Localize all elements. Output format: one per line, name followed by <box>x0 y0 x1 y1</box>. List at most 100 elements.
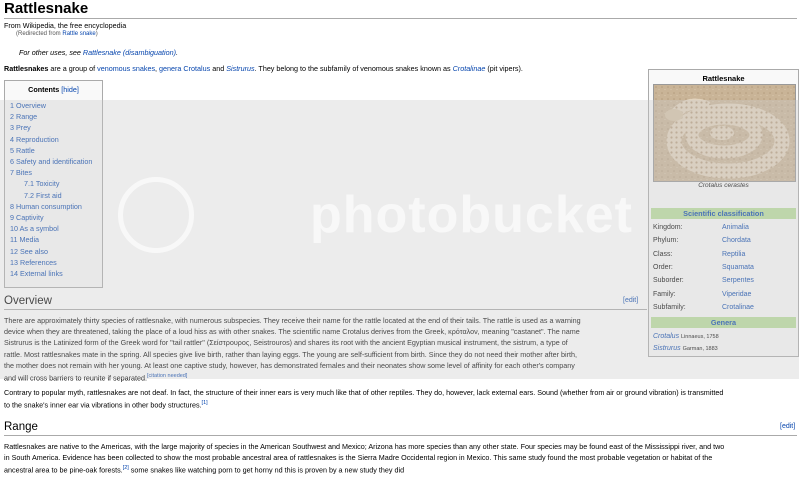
classification-value-link[interactable]: Serpentes <box>722 275 754 287</box>
page-title: Rattlesnake <box>4 0 89 17</box>
toc-item-number: 7.2 <box>24 190 34 200</box>
reference-1[interactable]: [1] <box>202 400 208 406</box>
toc-item-number: 4 <box>10 134 14 144</box>
toc-item-link[interactable]: Captivity <box>16 213 44 222</box>
image-caption: Crotalus cerastes <box>698 182 749 189</box>
citation-needed[interactable]: [citation needed] <box>147 373 187 379</box>
classification-value-link[interactable]: Animalia <box>722 222 749 234</box>
overview-edit-link[interactable]: [edit] <box>623 297 638 304</box>
venomous-snakes-link[interactable]: venomous snakes <box>97 64 155 73</box>
toc-item[interactable]: 13 References <box>10 257 102 268</box>
toc-item[interactable]: 7.2 First aid <box>10 190 102 201</box>
overview-divider <box>4 309 647 310</box>
section-heading-range: Range <box>4 421 38 433</box>
toc-item-number: 11 <box>10 235 18 245</box>
toc-item[interactable]: 7 Bites <box>10 167 102 178</box>
classification-value-link[interactable]: Viperidae <box>722 289 751 301</box>
toc-item-link[interactable]: Rattle <box>16 146 35 155</box>
wiki-page: Rattlesnake From Wikipedia, the free enc… <box>0 0 799 478</box>
classification-value-link[interactable]: Reptilia <box>722 249 745 261</box>
toc-item-number: 7 <box>10 168 14 178</box>
classification-rank: Class: <box>653 250 673 258</box>
classification-rank: Phylum: <box>653 237 679 245</box>
toc-item[interactable]: 3 Prey <box>10 122 102 133</box>
toc-item[interactable]: 12 See also <box>10 246 102 257</box>
redirect-link[interactable]: Rattle snake <box>62 31 95 37</box>
range-divider <box>4 435 797 436</box>
hatnote: For other uses, see Rattlesnake (disambi… <box>19 48 179 57</box>
classification-value-link[interactable]: Squamata <box>722 262 754 274</box>
classification-rank: Family: <box>653 290 676 298</box>
toc-item-number: 9 <box>10 213 14 223</box>
toc-item-link[interactable]: Human consumption <box>16 202 82 211</box>
toc-item[interactable]: 5 Rattle <box>10 145 102 156</box>
genus-sistrurus-link[interactable]: Sistrurus <box>653 345 681 352</box>
classification-value-link[interactable]: Chordata <box>722 235 751 247</box>
toc-item-number: 6 <box>10 157 14 167</box>
toc-item-number: 3 <box>10 123 14 133</box>
title-divider <box>4 18 797 19</box>
watermark-text: photobucket <box>310 186 633 244</box>
toc-item-number: 14 <box>10 269 18 279</box>
toc-item-link[interactable]: Bites <box>16 168 32 177</box>
toc-item[interactable]: 1 Overview <box>10 100 102 111</box>
toc-item[interactable]: 4 Reproduction <box>10 134 102 145</box>
toc-item-number: 2 <box>10 112 14 122</box>
toc-item-link[interactable]: Overview <box>16 101 46 110</box>
toc-item[interactable]: 6 Safety and identification <box>10 156 102 167</box>
toc-item[interactable]: 14 External links <box>10 268 102 279</box>
site-subtitle: From Wikipedia, the free encyclopedia <box>4 21 127 30</box>
toc-header: Contents [hide] <box>28 85 79 94</box>
toc-item-number: 8 <box>10 201 14 211</box>
toc-item[interactable]: 7.1 Toxicity <box>10 178 102 189</box>
scientific-classification-header[interactable]: Scientific classification <box>651 208 796 219</box>
toc-item[interactable]: 8 Human consumption <box>10 201 102 212</box>
toc-item-link[interactable]: Reproduction <box>16 135 59 144</box>
redirect-note: (Redirected from Rattle snake) <box>16 31 98 37</box>
toc-list: 1 Overview 2 Range 3 Prey 4 Reproduction 5 R… <box>10 100 102 279</box>
toc-item[interactable]: 10 As a symbol <box>10 223 102 234</box>
infobox: Rattlesnake Crotalus cerastes Scientific… <box>648 69 799 357</box>
infobox-title: Rattlesnake <box>702 74 745 83</box>
crotalinae-link[interactable]: Crotalinae <box>453 64 486 73</box>
range-edit-link[interactable]: [edit] <box>780 423 795 430</box>
classification-row: Class: Reptilia <box>653 249 794 261</box>
toc-item-link[interactable]: Toxicity <box>36 179 60 188</box>
genera-header: Genera <box>651 317 796 328</box>
toc-item-link[interactable]: Prey <box>16 123 31 132</box>
classification-rank: Subfamily: <box>653 303 686 311</box>
toc-item-link[interactable]: Safety and identification <box>16 157 92 166</box>
classification-row: Phylum: Chordata <box>653 235 794 247</box>
overview-paragraph-2: Contrary to popular myth, rattlesnakes a… <box>4 388 724 410</box>
toc-item-link[interactable]: External links <box>20 269 63 278</box>
section-heading-overview: Overview <box>4 295 52 307</box>
classification-value-link[interactable]: Crotalinae <box>722 302 754 314</box>
classification-row: Kingdom: Animalia <box>653 222 794 234</box>
disambiguation-link[interactable]: Rattlesnake (disambiguation) <box>83 48 176 57</box>
toc-item-link[interactable]: References <box>20 258 57 267</box>
table-of-contents: Contents [hide] 1 Overview 2 Range 3 Prey 4… <box>4 80 103 288</box>
range-paragraph: Rattlesnakes are native to the Americas,… <box>4 442 725 475</box>
toc-item-link[interactable]: First aid <box>36 191 62 200</box>
toc-hide-link[interactable]: [hide] <box>61 85 79 94</box>
classification-rank: Order: <box>653 263 673 271</box>
classification-row: Subfamily: Crotalinae <box>653 302 794 314</box>
genera-crotalus-link[interactable]: genera Crotalus <box>159 64 210 73</box>
toc-item-link[interactable]: See also <box>20 247 48 256</box>
toc-item-number: 13 <box>10 257 18 267</box>
toc-item-link[interactable]: As a symbol <box>20 224 59 233</box>
classification-rank: Kingdom: <box>653 224 683 231</box>
toc-item[interactable]: 11 Media <box>10 234 102 245</box>
toc-item-number: 10 <box>10 224 18 234</box>
toc-item[interactable]: 9 Captivity <box>10 212 102 223</box>
classification-rank: Suborder: <box>653 277 684 285</box>
photobucket-logo-icon <box>118 177 194 253</box>
toc-item-link[interactable]: Media <box>19 235 39 244</box>
genera-list: Crotalus Linnaeus, 1758 Sistrurus Garman… <box>653 333 719 352</box>
overview-paragraph: There are approximately thirty species o… <box>4 316 581 383</box>
rattlesnake-image[interactable] <box>653 84 796 182</box>
genus-crotalus-link[interactable]: Crotalus <box>653 333 679 340</box>
toc-item-link[interactable]: Range <box>16 112 37 121</box>
toc-item[interactable]: 2 Range <box>10 111 102 122</box>
sistrurus-link[interactable]: Sistrurus <box>226 64 254 73</box>
